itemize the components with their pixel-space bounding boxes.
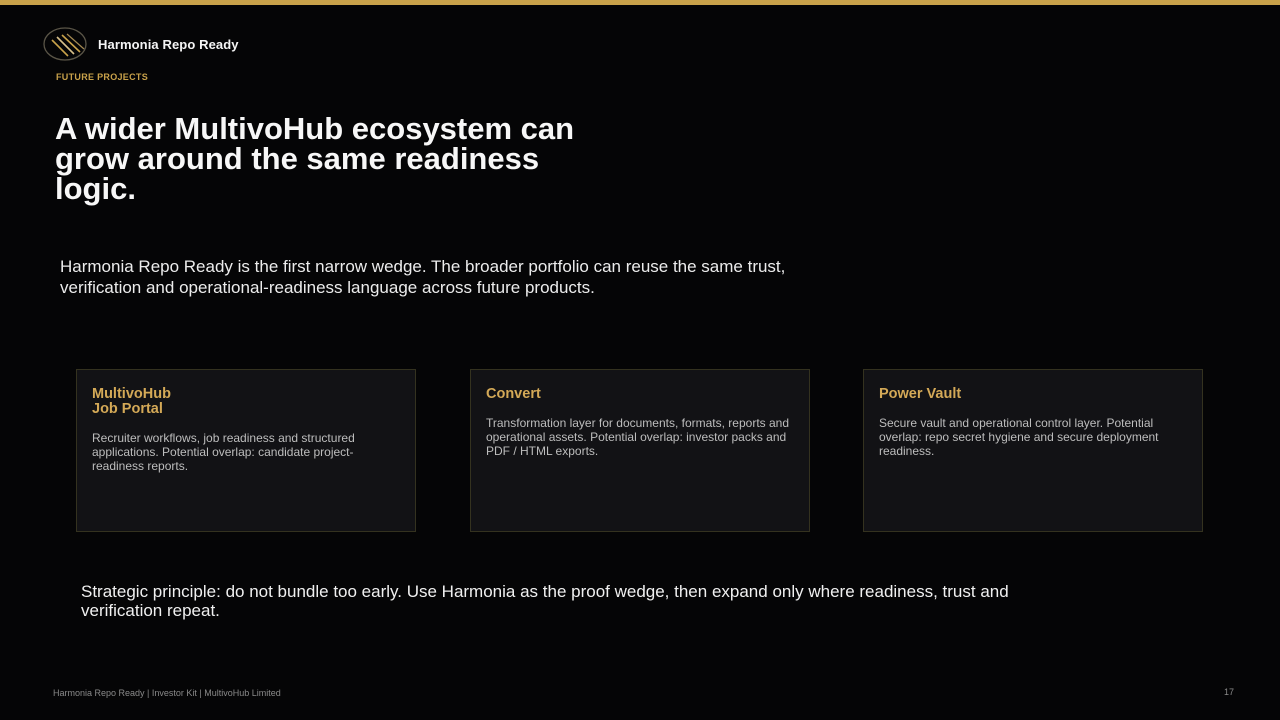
- brand-header: Harmonia Repo Ready: [42, 26, 239, 62]
- card-description: Transformation layer for documents, form…: [486, 416, 790, 458]
- brand-name: Harmonia Repo Ready: [98, 36, 239, 52]
- project-card-convert: Convert Transformation layer for documen…: [470, 369, 810, 532]
- strategic-principle: Strategic principle: do not bundle too e…: [81, 582, 1009, 620]
- harmonia-logo-icon: [43, 27, 87, 61]
- top-accent-bar: [0, 0, 1280, 5]
- card-title: MultivoHub Job Portal: [92, 386, 171, 417]
- project-card-power-vault: Power Vault Secure vault and operational…: [863, 369, 1203, 532]
- project-card-job-portal: MultivoHub Job Portal Recruiter workflow…: [76, 369, 416, 532]
- card-description: Recruiter workflows, job readiness and s…: [92, 431, 355, 473]
- footer-text: Harmonia Repo Ready | Investor Kit | Mul…: [53, 688, 281, 698]
- card-title: Power Vault: [879, 386, 962, 402]
- card-description: Secure vault and operational control lay…: [879, 416, 1159, 458]
- page-number: 17: [1224, 687, 1235, 697]
- card-title: Convert: [486, 386, 541, 402]
- section-kicker: FUTURE PROJECTS: [56, 72, 149, 82]
- lead-paragraph: Harmonia Repo Ready is the first narrow …: [60, 257, 786, 297]
- slide-title: A wider MultivoHub ecosystem can grow ar…: [55, 111, 575, 206]
